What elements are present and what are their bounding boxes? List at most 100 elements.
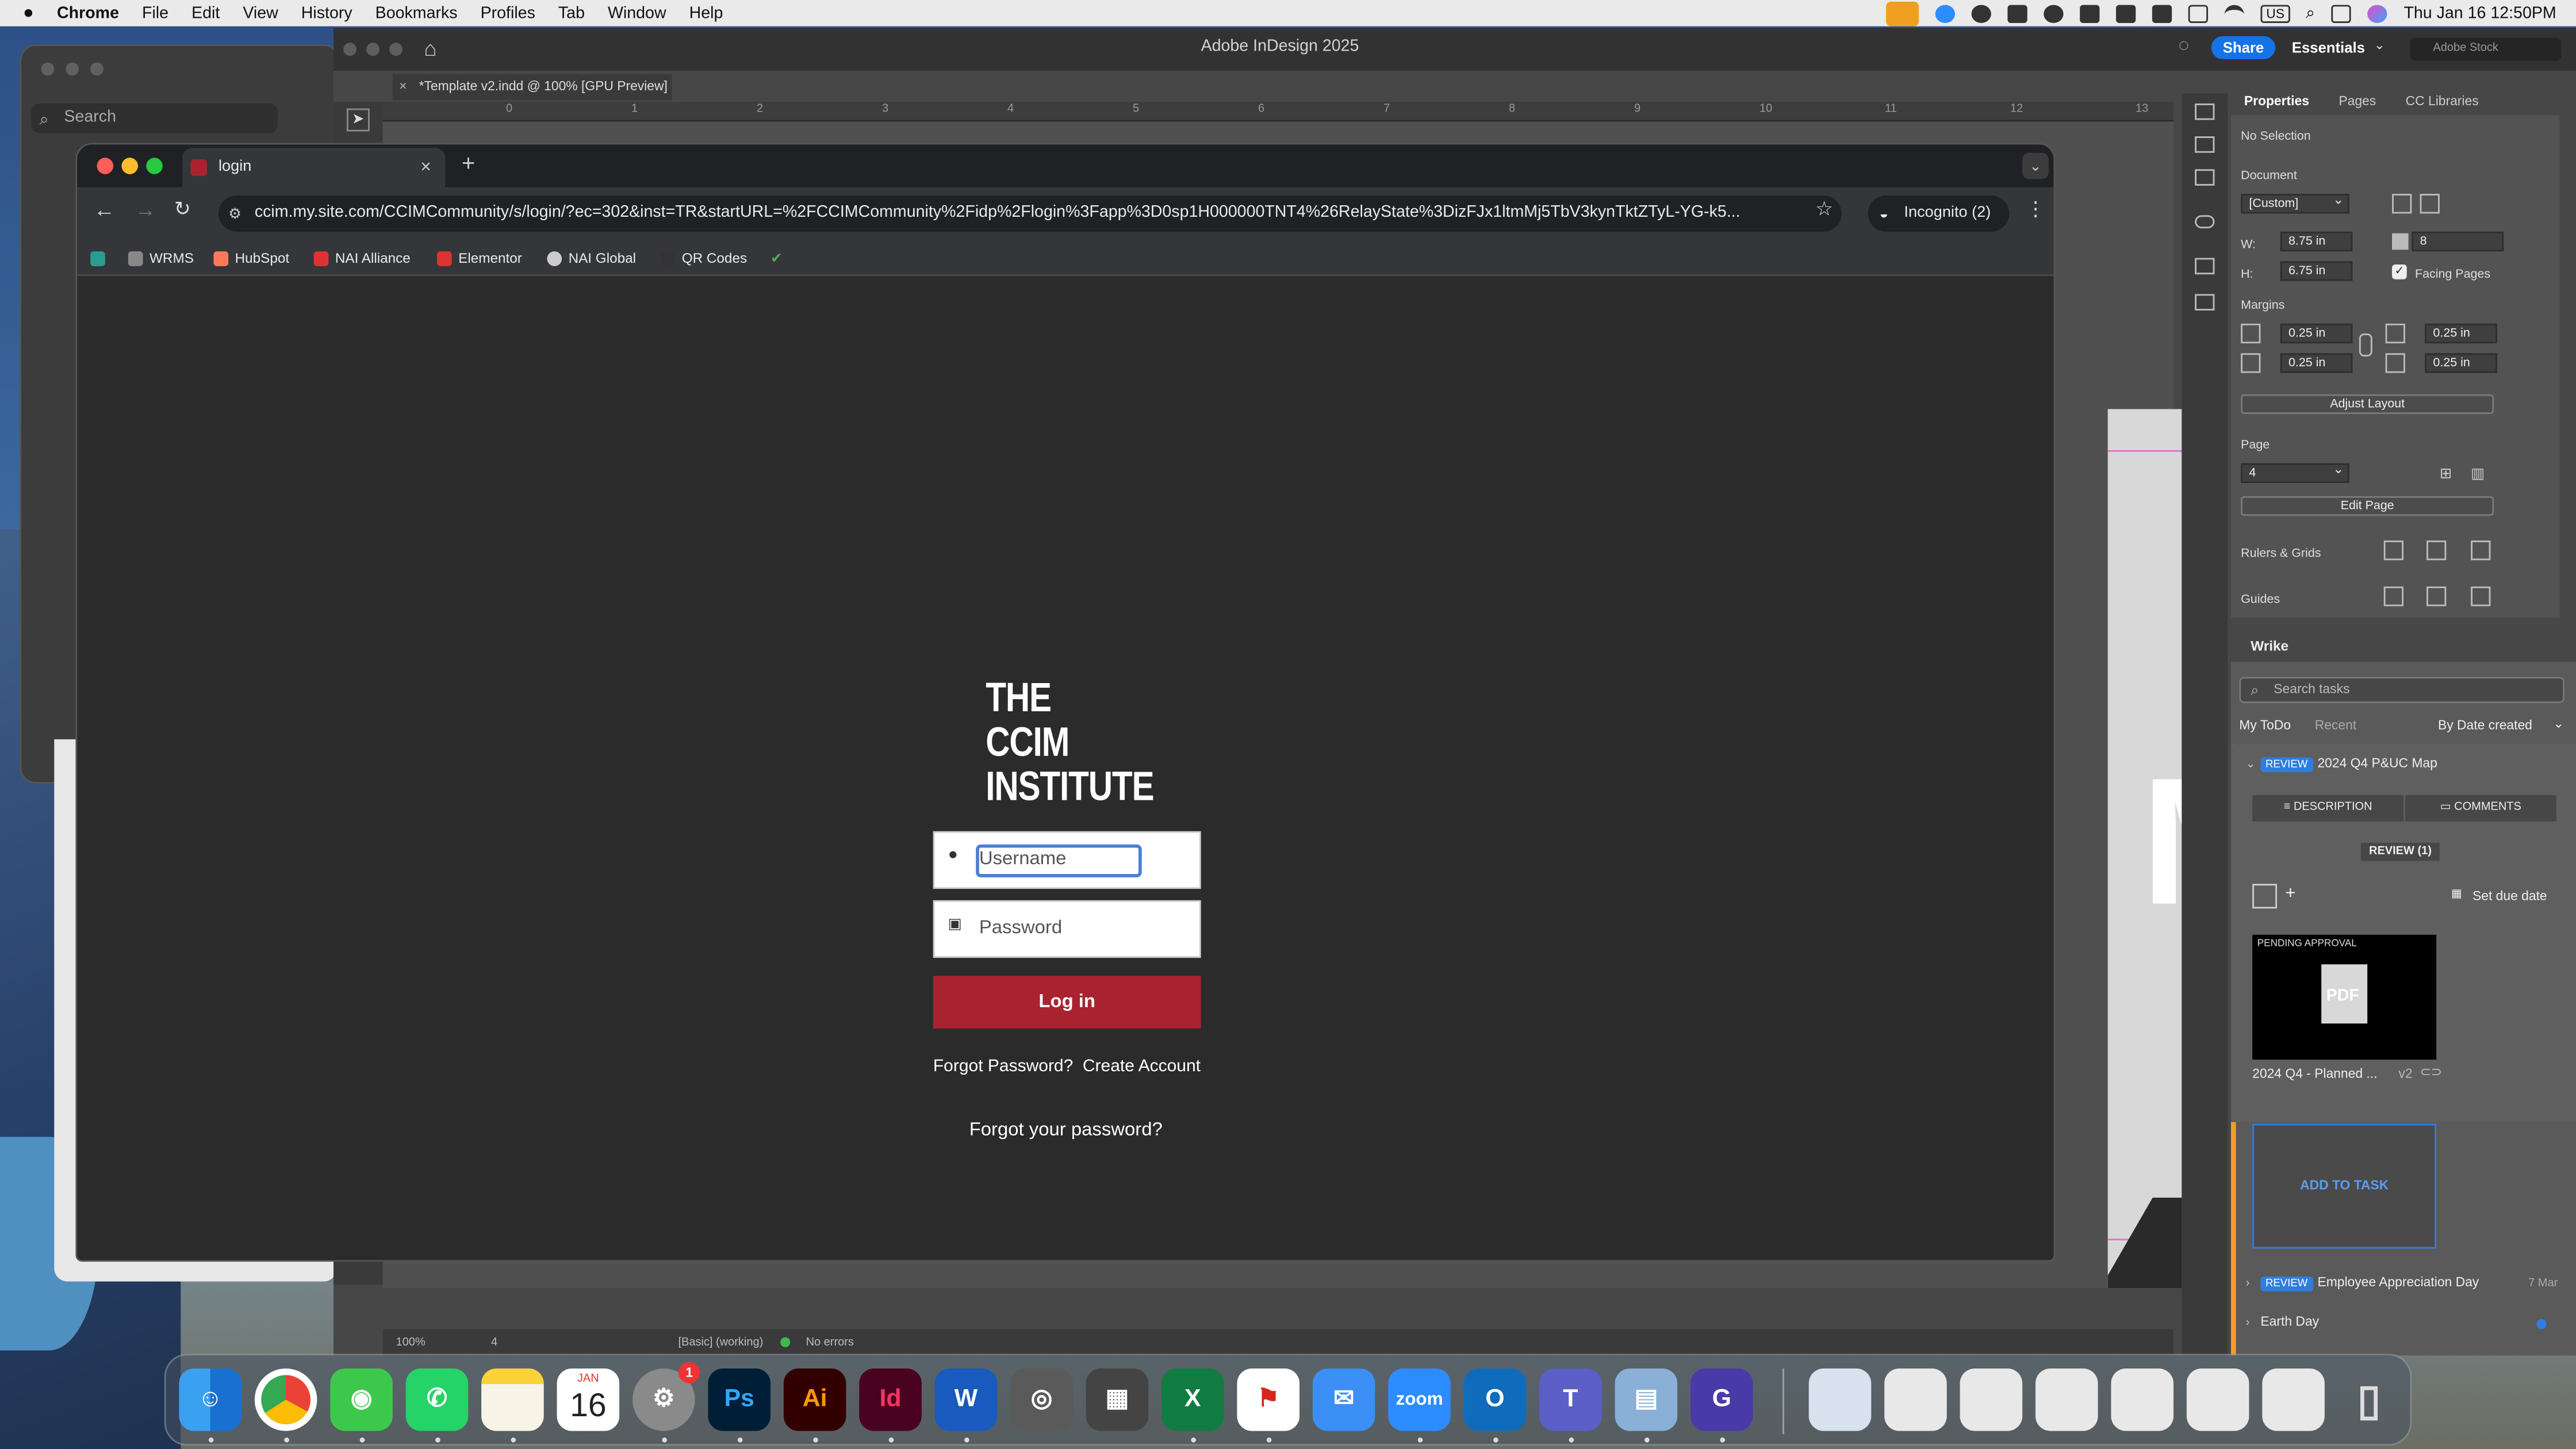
page-nav[interactable]: 4 [491,1336,497,1348]
close-dot[interactable] [343,43,356,56]
facing-pages-checkbox[interactable]: ✓ [2392,264,2407,279]
page-count-field[interactable]: 8 [2412,231,2504,252]
task-item-2[interactable]: REVIEW Employee Appreciation Day [2260,1275,2479,1291]
recent-document-7-icon[interactable] [2262,1368,2325,1431]
chevron-right-icon[interactable]: › [2246,1278,2250,1290]
selection-tool-icon[interactable]: ➤ [346,108,370,132]
trash-icon[interactable]: ▥ [2471,465,2485,483]
recent-document-2-icon[interactable] [1884,1368,1947,1431]
character-panel-icon[interactable] [2195,136,2215,153]
home-icon[interactable]: ⌂ [424,36,436,61]
link-margins-icon[interactable] [2359,334,2372,356]
zoom-dock-icon[interactable]: zoom [1388,1368,1451,1431]
landscape-orientation-icon[interactable] [2420,194,2440,214]
margin-left-field[interactable]: 0.25 in [2425,323,2497,344]
margin-right-field[interactable]: 0.25 in [2425,353,2497,373]
rulers-icon[interactable] [2383,540,2404,561]
word-dock-icon[interactable]: W [934,1368,998,1431]
forgot-your-password-link[interactable]: Forgot your password? [969,1121,1163,1140]
smart-guides-icon[interactable] [2471,586,2491,607]
document-tab[interactable]: × *Template v2.indd @ 100% [GPU Preview] [392,74,672,101]
grammarly-status-icon[interactable] [1972,4,1992,22]
recent-document-4-icon[interactable] [2035,1368,2098,1431]
document-grid-icon[interactable] [2471,540,2491,561]
tab-my-todo[interactable]: My ToDo [2239,718,2291,733]
add-page-icon[interactable]: ⊞ [2440,465,2452,483]
tab-login[interactable]: login × [182,148,446,187]
properties-panel-icon[interactable] [2195,103,2215,120]
messages-dock-icon[interactable]: ◉ [330,1368,393,1431]
login-button[interactable]: Log in [933,976,1201,1029]
menu-profiles[interactable]: Profiles [481,4,535,22]
bookmark-hubspot[interactable]: HubSpot [213,240,289,276]
tab-recent[interactable]: Recent [2315,718,2356,733]
tab-search-button[interactable]: ⌄ [2022,152,2049,179]
forward-button[interactable]: → [135,197,156,222]
chevron-right-icon[interactable]: › [2246,1317,2250,1329]
workspace-switcher[interactable]: Essentials [2292,40,2365,56]
input-source[interactable]: US [2261,4,2290,22]
finder-dock-icon[interactable]: ☺ [179,1368,241,1431]
add-to-task-dropzone[interactable]: ADD TO TASK [2252,1124,2437,1249]
portrait-orientation-icon[interactable] [2392,194,2412,214]
recent-document-3-icon[interactable] [1960,1368,2023,1431]
recent-document-5-icon[interactable] [2111,1368,2174,1431]
task-item-1[interactable]: REVIEW 2024 Q4 P&UC Map [2260,756,2437,772]
password-field[interactable]: ▣ Password [933,900,1201,958]
whatsapp-dock-icon[interactable]: ✆ [405,1368,469,1431]
control-center-icon[interactable] [2331,4,2352,22]
username-field[interactable]: ● Username [933,831,1201,889]
grid-status-icon[interactable] [2153,4,2173,22]
width-field[interactable]: 8.75 in [2280,231,2353,252]
bookmark-wrms[interactable]: WRMS [128,240,194,276]
share-button[interactable]: Share [2211,36,2276,59]
notes-dock-icon[interactable] [481,1368,544,1431]
style-status[interactable]: [Basic] (working) [678,1336,763,1348]
set-due-date-button[interactable]: Set due date [2472,889,2547,904]
recent-document-1-icon[interactable] [1808,1368,1872,1431]
approval-checkbox[interactable] [2252,884,2277,908]
close-tab-icon[interactable]: × [420,148,431,187]
calculator-dock-icon[interactable]: ▦ [1086,1368,1149,1431]
illustrator-dock-icon[interactable]: Ai [783,1368,846,1431]
grammarly-dock-icon[interactable]: G [1690,1368,1753,1431]
siri-icon[interactable] [2367,4,2387,22]
comments-button[interactable]: ▭ COMMENTS [2405,795,2556,822]
tab-cc-libraries[interactable]: CC Libraries [2406,93,2479,108]
menu-file[interactable]: File [142,4,168,22]
attachment-name[interactable]: 2024 Q4 - Planned ... [2252,1066,2377,1081]
back-button[interactable]: ← [94,197,115,222]
spotlight-icon[interactable]: ⌕ [2306,4,2315,22]
screenshot-status-icon[interactable] [2008,4,2028,22]
menu-bookmarks[interactable]: Bookmarks [375,4,458,22]
control-icon[interactable] [2080,4,2100,22]
wrike-search-input[interactable]: ⌕ Search tasks [2239,677,2564,703]
preflight-status[interactable]: No errors [806,1336,854,1348]
effects-panel-icon[interactable] [2195,294,2215,310]
guides-lock-icon[interactable] [2426,586,2447,607]
kebab-menu-icon[interactable]: ⋮ [2026,197,2045,220]
margin-top-field[interactable]: 0.25 in [2280,323,2353,344]
close-icon[interactable]: × [399,74,407,101]
reload-button[interactable]: ↻ [174,197,191,220]
mail-dock-icon[interactable]: ✉ [1312,1368,1375,1431]
maximize-window-button[interactable] [146,158,163,174]
recent-document-6-icon[interactable] [2186,1368,2249,1431]
height-field[interactable]: 6.75 in [2280,261,2353,281]
forgot-password-link[interactable]: Forgot Password? [933,1056,1073,1076]
zoom-level[interactable]: 100% [396,1336,425,1348]
menu-view[interactable]: View [243,4,278,22]
calendar-dock-icon[interactable]: JAN 16 [557,1368,620,1431]
tab-pages[interactable]: Pages [2339,93,2376,108]
wifi-icon[interactable] [2225,4,2245,22]
teams-dock-icon[interactable]: T [1539,1368,1602,1431]
site-info-icon[interactable]: ⚙ [228,195,241,232]
bookmark-check-icon[interactable]: ✔ [770,240,782,276]
edit-page-button[interactable]: Edit Page [2241,496,2494,516]
notes-status-icon[interactable] [2117,4,2137,22]
margin-bottom-field[interactable]: 0.25 in [2280,353,2353,373]
adjust-layout-button[interactable]: Adjust Layout [2241,394,2494,414]
trash-icon[interactable]: ▯ [2338,1368,2401,1431]
finder-search[interactable]: ⌕ Search [31,103,278,133]
bookmark-elementor[interactable]: Elementor [437,240,522,276]
